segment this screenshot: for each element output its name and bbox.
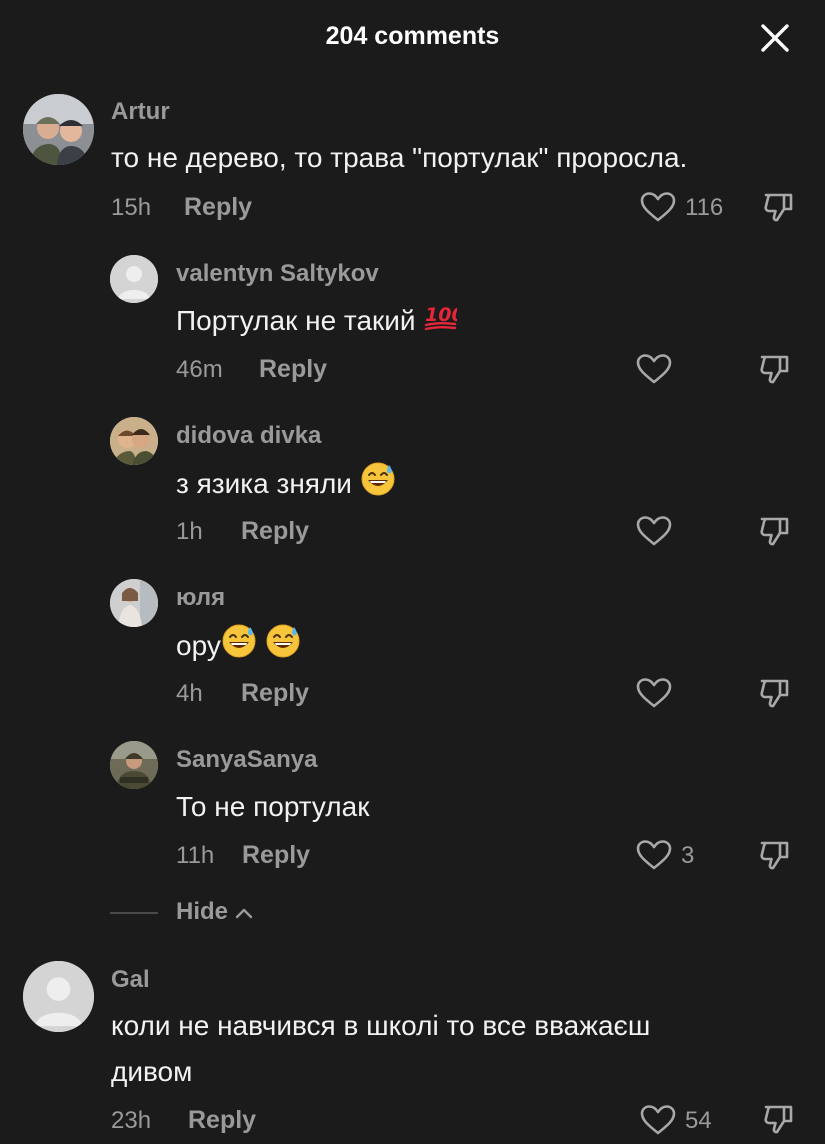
grinning-sweat-emoji xyxy=(360,461,396,510)
comment-username[interactable]: Artur xyxy=(111,98,170,126)
reply-button[interactable]: Reply xyxy=(241,679,309,708)
comment-username[interactable]: didova divka xyxy=(176,422,321,450)
heart-icon[interactable] xyxy=(636,353,672,390)
avatar[interactable] xyxy=(110,741,158,789)
avatar[interactable] xyxy=(23,961,94,1032)
comment-username[interactable]: SanyaSanya xyxy=(176,746,317,774)
comment-text-content: ору xyxy=(176,629,221,661)
thumbs-down-icon[interactable] xyxy=(762,190,796,229)
avatar[interactable] xyxy=(110,417,158,465)
heart-icon[interactable] xyxy=(636,515,672,552)
avatar[interactable] xyxy=(110,255,158,303)
comment-text: то не дерево, то трава "портулак" пророс… xyxy=(111,142,688,173)
comment-timestamp: 1h xyxy=(176,518,203,545)
comment-text-content: Портулак не такий xyxy=(176,305,416,336)
avatar[interactable] xyxy=(23,94,94,165)
chevron-up-icon xyxy=(235,908,252,918)
comment-text: То не портулак xyxy=(176,791,370,822)
grinning-sweat-emoji xyxy=(265,623,301,672)
heart-icon[interactable] xyxy=(640,1104,676,1141)
hundred-points-emoji: 100 xyxy=(423,299,465,346)
hide-replies-button[interactable]: Hide xyxy=(176,898,253,926)
comment-timestamp: 15h xyxy=(111,194,152,221)
reply-button[interactable]: Reply xyxy=(259,355,327,384)
like-count: 3 xyxy=(681,842,695,869)
thumbs-down-icon[interactable] xyxy=(758,514,792,553)
comment-timestamp: 46m xyxy=(176,356,223,383)
comment-text-line-2: дивом xyxy=(111,1056,193,1087)
reply-button[interactable]: Reply xyxy=(188,1106,256,1135)
comments-header: 204 comments xyxy=(0,0,825,74)
heart-icon[interactable] xyxy=(636,839,672,876)
close-icon[interactable] xyxy=(757,20,793,56)
comment-timestamp: 11h xyxy=(176,842,215,869)
reply-button[interactable]: Reply xyxy=(184,193,252,222)
grinning-sweat-emoji xyxy=(221,623,257,672)
reply-button[interactable]: Reply xyxy=(242,841,310,870)
comments-count-title: 204 comments xyxy=(325,22,500,50)
avatar[interactable] xyxy=(110,579,158,627)
hide-label: Hide xyxy=(176,898,229,925)
reply-button[interactable]: Reply xyxy=(241,517,309,546)
comment-username[interactable]: юля xyxy=(176,584,225,612)
comment-text: з язика зняли xyxy=(176,461,396,510)
comment-text: Портулак не такий 100 xyxy=(176,299,465,346)
thumbs-down-icon[interactable] xyxy=(758,676,792,715)
heart-icon[interactable] xyxy=(636,677,672,714)
comment-text-line-1: коли не навчився в школі то все вважаєш xyxy=(111,1010,651,1041)
thumbs-down-icon[interactable] xyxy=(762,1102,796,1141)
comment-timestamp: 4h xyxy=(176,680,203,707)
thumbs-down-icon[interactable] xyxy=(758,352,792,391)
thumbs-down-icon[interactable] xyxy=(758,838,792,877)
comment-username[interactable]: Gal xyxy=(111,966,150,994)
comment-username[interactable]: valentyn Saltykov xyxy=(176,260,379,288)
replies-divider xyxy=(110,912,158,914)
like-count: 54 xyxy=(685,1107,712,1134)
comment-text-content: з язика зняли xyxy=(176,467,352,499)
like-count: 116 xyxy=(685,194,724,221)
comment-timestamp: 23h xyxy=(111,1107,152,1134)
heart-icon[interactable] xyxy=(640,191,676,228)
comment-text: ору xyxy=(176,623,301,672)
